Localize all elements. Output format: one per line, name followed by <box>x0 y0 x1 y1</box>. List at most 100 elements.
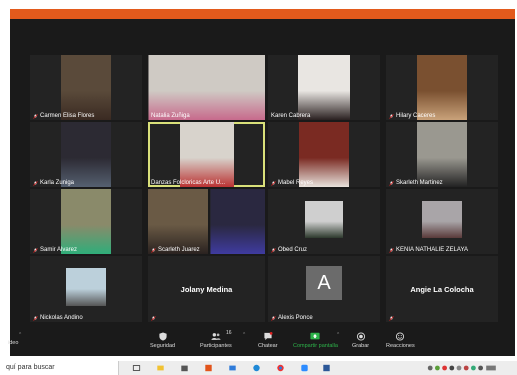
participant-name-display: Angie La Colocha <box>410 285 474 295</box>
participants-count: 16 <box>226 330 232 336</box>
chat-icon <box>264 332 273 341</box>
participant-tile[interactable]: Mabel Reyes <box>268 122 380 187</box>
participant-name: Mabel Reyes <box>278 180 314 186</box>
participant-tile[interactable]: Samir Alvarez <box>30 189 142 254</box>
mic-muted-icon <box>33 315 38 321</box>
shield-icon <box>158 332 167 341</box>
security-label: Seguridad <box>150 343 176 349</box>
participant-name-display: Jolany Medina <box>180 285 233 295</box>
participant-tile[interactable]: Karen Cabrera <box>268 55 380 120</box>
video-button[interactable]: ideo <box>8 340 18 346</box>
participant-name: Skarleth Martinez <box>396 180 443 186</box>
record-icon <box>356 332 365 341</box>
participant-tile[interactable]: Natalia Zuñiga <box>148 55 265 120</box>
participant-tile[interactable]: Skarleth Martinez <box>386 122 498 187</box>
mic-muted-icon <box>33 113 38 119</box>
system-tray-icons[interactable] <box>418 364 508 372</box>
participant-video <box>61 189 111 254</box>
participant-tile-active-speaker[interactable]: Danzas Folcloricas Arte U... <box>148 122 265 187</box>
participant-name: Obed Cruz <box>278 247 308 253</box>
mic-muted-icon <box>33 247 38 253</box>
gallery-view: Carmen Elisa Flores Natalia Zuñiga Karen… <box>10 30 498 322</box>
participant-tile[interactable]: Obed Cruz <box>268 189 380 254</box>
participant-video <box>66 268 106 306</box>
windows-taskbar: quí para buscar <box>0 361 517 375</box>
participant-video <box>417 122 467 187</box>
participant-name: KENIA NATHALIE ZELAYA <box>396 247 469 253</box>
record-button[interactable]: Grabar <box>352 332 369 349</box>
mic-muted-icon <box>271 247 276 253</box>
participant-video <box>148 189 208 254</box>
participant-video <box>299 122 349 187</box>
participant-video <box>210 189 265 254</box>
share-screen-icon <box>310 332 321 340</box>
reactions-button[interactable]: Reacciones <box>386 332 415 349</box>
mic-muted-icon <box>389 113 394 119</box>
record-label: Grabar <box>352 343 370 349</box>
store-icon[interactable] <box>180 364 189 372</box>
task-view-icon[interactable] <box>132 364 141 372</box>
mic-muted-icon <box>271 180 276 186</box>
participant-tile[interactable]: KENIA NATHALIE ZELAYA <box>386 189 498 254</box>
participant-video <box>148 55 265 120</box>
participant-tile[interactable]: A Alexis Ponce <box>268 256 380 322</box>
participant-tile[interactable]: Carmen Elisa Flores <box>30 55 142 120</box>
participant-video <box>305 201 343 238</box>
share-screen-button[interactable]: Compartir pantalla <box>293 332 338 349</box>
security-button[interactable]: Seguridad <box>150 332 175 349</box>
mic-muted-icon <box>389 180 394 186</box>
participant-name: Alexis Ponce <box>278 315 313 321</box>
participant-tile[interactable]: Hilary Caceres <box>386 55 498 120</box>
participant-tile[interactable]: Angie La Colocha <box>386 256 498 322</box>
taskbar-search-input[interactable]: quí para buscar <box>0 361 119 375</box>
mic-muted-icon <box>271 315 276 321</box>
meeting-toolbar: ideo ⌃ Seguridad Participantes 16 ⌃ Chat… <box>8 330 515 356</box>
video-options-caret[interactable]: ⌃ <box>18 332 22 338</box>
mic-muted-icon <box>389 247 394 253</box>
mic-muted-icon <box>151 247 156 253</box>
participant-tile[interactable]: Karla Zuniga <box>30 122 142 187</box>
chat-label: Chatear <box>258 343 278 349</box>
participants-label: Participantes <box>200 343 232 349</box>
mic-muted-icon <box>33 180 38 186</box>
participant-tile[interactable]: Nickolas Andino <box>30 256 142 322</box>
participant-tile[interactable] <box>210 189 265 254</box>
participant-avatar: A <box>306 266 342 300</box>
participant-name: Samir Alvarez <box>40 247 78 253</box>
participant-name: Danzas Folcloricas Arte U... <box>151 180 226 186</box>
word-icon[interactable] <box>322 364 331 372</box>
participants-options-caret[interactable]: ⌃ <box>242 332 246 338</box>
mail-icon[interactable] <box>228 364 237 372</box>
participant-video <box>422 201 462 238</box>
mic-muted-icon <box>389 316 394 321</box>
edge-icon[interactable] <box>252 364 261 372</box>
zoom-icon[interactable] <box>300 364 309 372</box>
participant-name: Nickolas Andino <box>40 315 83 321</box>
share-screen-label: Compartir pantalla <box>293 343 338 349</box>
participant-tile[interactable]: Jolany Medina <box>148 256 265 322</box>
participant-video <box>179 122 234 187</box>
chrome-icon[interactable] <box>276 364 285 372</box>
participant-video <box>417 55 467 120</box>
participant-name: Carmen Elisa Flores <box>40 113 95 119</box>
participant-name: Natalia Zuñiga <box>151 113 190 119</box>
participant-name: Karen Cabrera <box>271 113 311 119</box>
participant-name: Scarleth Juarez <box>158 247 200 253</box>
participants-icon <box>211 333 221 340</box>
office-icon[interactable] <box>204 364 213 372</box>
search-placeholder: quí para buscar <box>6 364 55 371</box>
video-label: ideo <box>8 340 19 346</box>
mic-muted-icon <box>151 316 156 321</box>
participant-video <box>61 122 111 187</box>
participant-name: Hilary Caceres <box>396 113 436 119</box>
share-options-caret[interactable]: ⌃ <box>336 332 340 338</box>
reactions-icon <box>396 332 405 341</box>
file-explorer-icon[interactable] <box>156 364 165 372</box>
window-title-bar <box>10 9 515 19</box>
chat-button[interactable]: Chatear <box>258 332 278 349</box>
participant-video <box>61 55 111 120</box>
reactions-label: Reacciones <box>386 343 415 349</box>
participant-video <box>298 55 350 120</box>
participant-tile[interactable]: Scarleth Juarez <box>148 189 208 254</box>
participant-name: Karla Zuniga <box>40 180 75 186</box>
